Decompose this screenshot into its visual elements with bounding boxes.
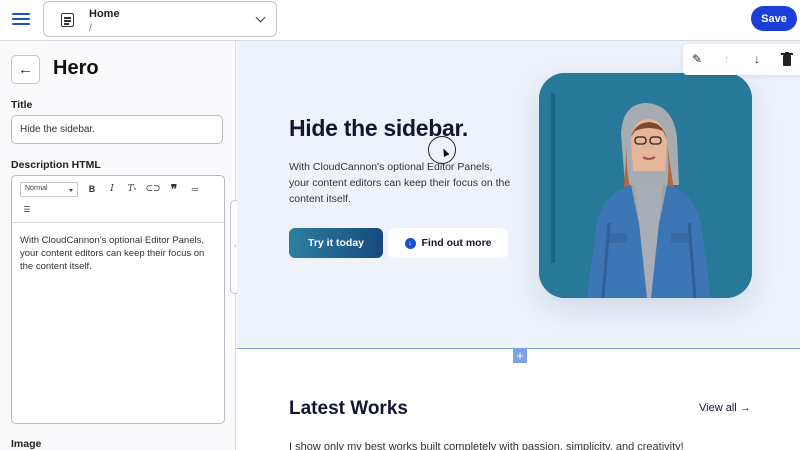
hero-photo-illustration <box>539 73 752 298</box>
add-component-button[interactable]: + <box>513 349 527 363</box>
hamburger-menu-icon[interactable] <box>10 10 32 28</box>
page-select-path: / <box>89 23 92 34</box>
view-all-link[interactable]: View all → <box>699 402 751 414</box>
find-out-more-button[interactable]: ↓ Find out more <box>388 228 508 258</box>
latest-works-heading[interactable]: Latest Works <box>289 398 408 420</box>
editor-sidebar: ← Hero Title Hide the sidebar. Descripti… <box>0 41 236 450</box>
page-preview: Hide the sidebar. With CloudCannon's opt… <box>237 41 800 450</box>
hero-text[interactable]: With CloudCannon's optional Editor Panel… <box>289 159 514 207</box>
hero-section[interactable]: Hide the sidebar. With CloudCannon's opt… <box>237 41 800 349</box>
image-label: Image <box>11 438 42 450</box>
trash-icon[interactable] <box>779 51 795 67</box>
try-it-today-button[interactable]: Try it today <box>289 228 383 258</box>
page-select[interactable]: Home / <box>43 1 277 37</box>
mouse-cursor-icon <box>428 136 456 164</box>
latest-works-description[interactable]: I show only my best works built complete… <box>289 441 684 450</box>
element-toolbar: ✎ ↑ ↓ <box>683 44 800 75</box>
top-bar: Home / Save <box>0 0 800 41</box>
link-icon[interactable]: ⊂⊃ <box>145 182 160 196</box>
ordered-list-icon[interactable]: ≔ <box>188 182 202 196</box>
chevron-down-icon <box>255 12 266 23</box>
clear-format-icon[interactable]: Tx <box>125 182 139 196</box>
italic-icon[interactable]: I <box>105 182 119 196</box>
title-input[interactable]: Hide the sidebar. <box>11 115 223 144</box>
editor-toolbar: Normal B I Tx ⊂⊃ ❞ ≔ ☰ <box>12 176 224 223</box>
description-editor-text[interactable]: With CloudCannon's optional Editor Panel… <box>12 223 224 284</box>
title-label: Title <box>11 99 33 111</box>
hero-image[interactable] <box>539 73 752 298</box>
back-arrow-icon[interactable]: ← <box>11 55 40 84</box>
arrow-up-icon[interactable]: ↑ <box>719 51 735 67</box>
pencil-edit-icon[interactable]: ✎ <box>689 51 705 67</box>
sidebar-heading: Hero <box>53 57 99 79</box>
page-select-title: Home <box>89 8 120 20</box>
bullet-list-icon[interactable]: ☰ <box>20 202 34 216</box>
rich-text-editor[interactable]: Normal B I Tx ⊂⊃ ❞ ≔ ☰ With CloudCannon'… <box>11 175 225 424</box>
description-label: Description HTML <box>11 159 101 171</box>
quote-icon[interactable]: ❞ <box>167 182 181 196</box>
arrow-down-icon[interactable]: ↓ <box>749 51 765 67</box>
arrow-down-circle-icon: ↓ <box>404 237 416 249</box>
format-select[interactable]: Normal <box>20 182 78 197</box>
bold-icon[interactable]: B <box>85 182 99 196</box>
find-out-more-label: Find out more <box>421 237 492 249</box>
document-icon <box>61 13 74 27</box>
save-button[interactable]: Save <box>751 6 797 31</box>
